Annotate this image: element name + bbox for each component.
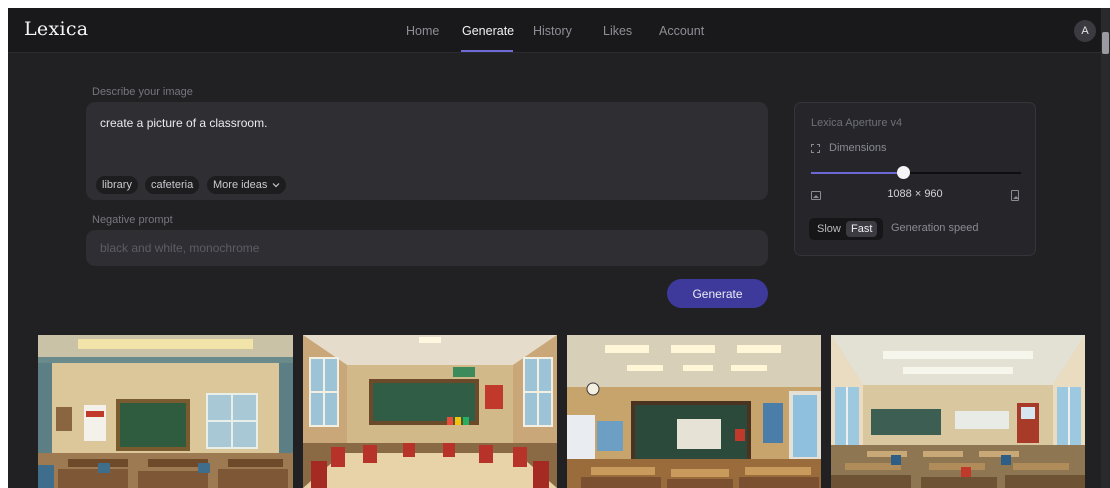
result-image-1[interactable] <box>38 335 293 488</box>
nav-generate[interactable]: Generate <box>462 24 514 38</box>
crop-frame-icon <box>811 144 820 153</box>
generate-button[interactable]: Generate <box>667 279 768 308</box>
prompt-text[interactable]: create a picture of a classroom. <box>100 116 267 130</box>
negative-prompt-label: Negative prompt <box>92 214 173 226</box>
settings-panel: Lexica Aperture v4 Dimensions 1088 × 960… <box>794 102 1036 256</box>
more-ideas-button[interactable]: More ideas <box>207 176 287 194</box>
speed-fast-option[interactable]: Fast <box>846 221 878 237</box>
generation-speed-label: Generation speed <box>891 222 979 234</box>
more-ideas-label: More ideas <box>213 179 268 191</box>
negative-prompt-input[interactable] <box>86 230 768 266</box>
prompt-label: Describe your image <box>92 86 193 98</box>
idea-chip-cafeteria[interactable]: cafeteria <box>145 176 200 194</box>
result-image-2[interactable] <box>303 335 557 488</box>
speed-slow-option[interactable]: Slow <box>812 221 846 237</box>
scrollbar-thumb[interactable] <box>1102 32 1109 54</box>
idea-chip-library[interactable]: library <box>96 176 138 194</box>
slider-handle[interactable] <box>897 166 910 179</box>
top-navigation-bar: Lexica Home Generate History Likes Accou… <box>8 8 1101 53</box>
nav-account[interactable]: Account <box>659 24 704 38</box>
result-image-4[interactable] <box>831 335 1085 488</box>
slider-fill <box>811 172 903 174</box>
lexica-logo[interactable]: Lexica <box>24 18 88 40</box>
nav-home[interactable]: Home <box>406 24 439 38</box>
model-name[interactable]: Lexica Aperture v4 <box>811 117 902 129</box>
prompt-textarea[interactable]: create a picture of a classroom. library… <box>86 102 768 200</box>
result-image-3[interactable] <box>567 335 821 488</box>
dimensions-label: Dimensions <box>829 142 887 154</box>
dimensions-value: 1088 × 960 <box>887 188 943 200</box>
chevron-down-icon <box>273 183 280 188</box>
lexica-app: Lexica Home Generate History Likes Accou… <box>8 8 1101 488</box>
user-avatar[interactable]: A <box>1074 20 1096 42</box>
page-scrollbar[interactable] <box>1101 8 1110 488</box>
portrait-image-icon[interactable] <box>1011 190 1019 201</box>
active-tab-indicator <box>461 50 513 52</box>
nav-likes[interactable]: Likes <box>603 24 632 38</box>
dimensions-slider[interactable] <box>811 166 1021 179</box>
nav-history[interactable]: History <box>533 24 572 38</box>
speed-toggle: Slow Fast <box>809 218 883 240</box>
